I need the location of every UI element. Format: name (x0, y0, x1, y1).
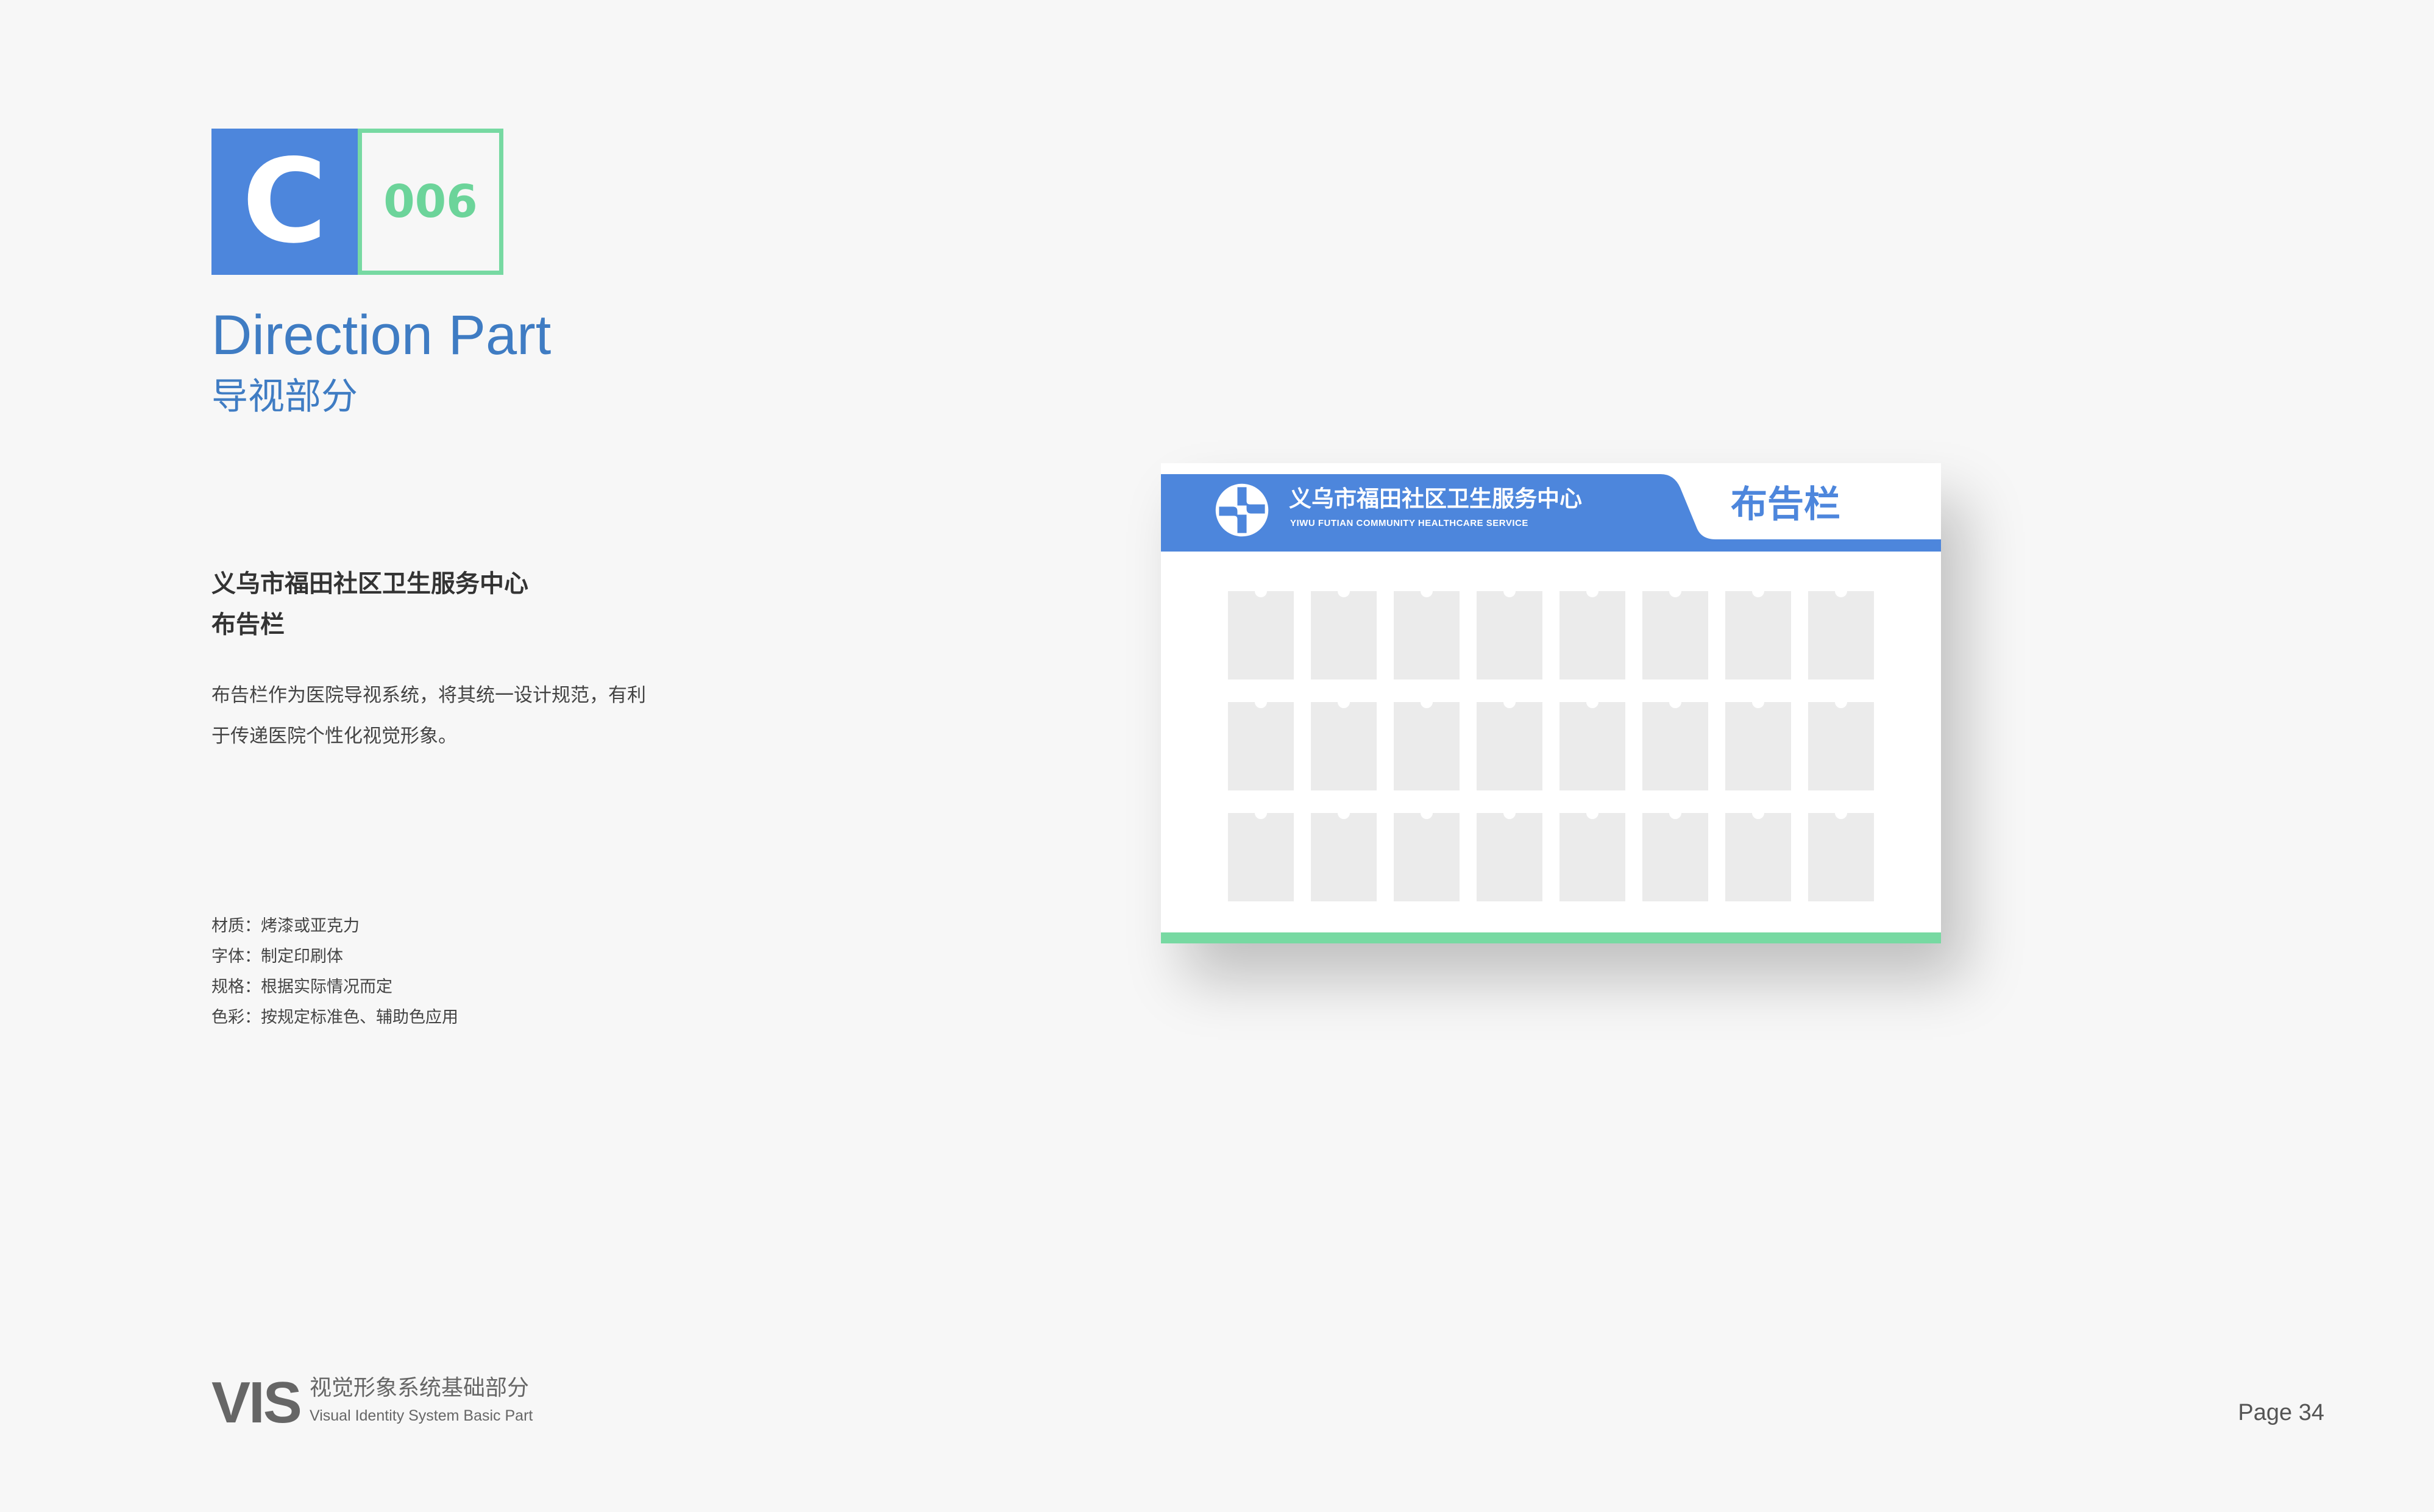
board-notice-slot (1725, 696, 1791, 790)
board-notice-slot (1311, 585, 1377, 680)
board-notice-slot (1808, 696, 1874, 790)
board-notice-slot (1228, 585, 1294, 680)
board-notice-slot (1394, 807, 1460, 901)
board-notice-slot (1642, 696, 1708, 790)
board-slot-row (1228, 696, 1874, 790)
board-bottom-strip (1161, 932, 1941, 943)
section-number-box: 006 (358, 129, 503, 275)
board-organization-name-cn: 义乌市福田社区卫生服务中心 (1289, 486, 1582, 512)
description-line: 于传递医院个性化视觉形象。 (211, 725, 457, 747)
board-notice-slot (1228, 696, 1294, 790)
board-notice-slot (1311, 696, 1377, 790)
section-number: 006 (383, 176, 478, 228)
board-notice-slot (1394, 696, 1460, 790)
board-notice-slot (1725, 585, 1791, 680)
description-line: 布告栏作为医院导视系统，将其统一设计规范，有利 (211, 684, 646, 706)
section-letter-box: C (211, 129, 358, 275)
board-notice-slot (1808, 807, 1874, 901)
section-badge: C 006 (211, 129, 503, 275)
bulletin-board-mockup: 义乌市福田社区卫生服务中心 YIWU FUTIAN COMMUNITY HEAL… (1161, 463, 1941, 943)
spec-font: 字体：制定印刷体 (211, 947, 343, 966)
spec-list: 材质：烤漆或亚克力 字体：制定印刷体 规格：根据实际情况而定 色彩：按规定标准色… (211, 911, 458, 1033)
board-notice-slot (1808, 585, 1874, 680)
spec-size: 规格：根据实际情况而定 (211, 978, 392, 996)
healthcare-swirl-logo-icon (1215, 483, 1269, 537)
board-notice-slot (1311, 807, 1377, 901)
board-notice-grid (1228, 585, 1874, 924)
footer-subtitle-cn: 视觉形象系统基础部分 (310, 1375, 530, 1400)
board-notice-slot (1394, 585, 1460, 680)
board-notice-slot (1477, 807, 1542, 901)
board-notice-slot (1477, 585, 1542, 680)
section-letter: C (242, 134, 327, 269)
board-notice-slot (1642, 585, 1708, 680)
board-notice-slot (1725, 807, 1791, 901)
board-title: 布告栏 (1731, 483, 1840, 526)
item-description: 布告栏作为医院导视系统，将其统一设计规范，有利 于传递医院个性化视觉形象。 (211, 675, 687, 757)
spec-material: 材质：烤漆或亚克力 (211, 917, 360, 935)
footer-subtitle-en: Visual Identity System Basic Part (310, 1407, 533, 1424)
section-title-chinese: 导视部分 (211, 375, 358, 418)
board-notice-slot (1477, 696, 1542, 790)
board-slot-row (1228, 807, 1874, 901)
board-slot-row (1228, 585, 1874, 680)
item-title-organization: 义乌市福田社区卫生服务中心 (211, 570, 528, 598)
footer-vis-logo: VIS (211, 1370, 302, 1435)
board-notice-slot (1642, 807, 1708, 901)
board-notice-slot (1228, 807, 1294, 901)
board-organization-name-en: YIWU FUTIAN COMMUNITY HEALTHCARE SERVICE (1290, 518, 1528, 528)
board-notice-slot (1559, 585, 1625, 680)
page-number: Page 34 (2238, 1400, 2324, 1425)
section-title-english: Direction Part (211, 304, 552, 366)
spec-color: 色彩：按规定标准色、辅助色应用 (211, 1008, 458, 1027)
item-title-name: 布告栏 (211, 611, 285, 639)
board-notice-slot (1559, 807, 1625, 901)
board-notice-slot (1559, 696, 1625, 790)
